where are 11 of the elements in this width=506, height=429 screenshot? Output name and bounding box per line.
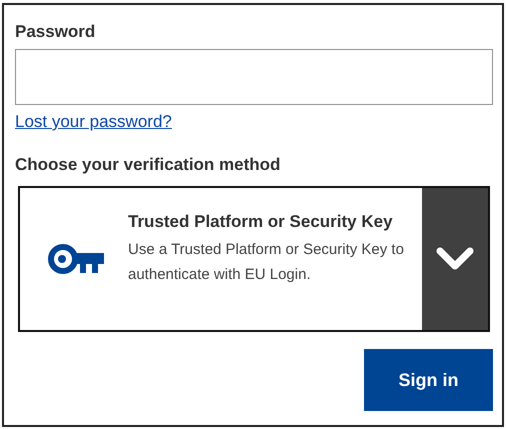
password-field[interactable]	[15, 49, 493, 105]
method-title: Trusted Platform or Security Key	[128, 211, 394, 233]
field-label: Password	[15, 21, 96, 43]
method-selector[interactable]: Trusted Platform or Security Key Use a Trusted Platform or Security Key to authenticate with EU Login.	[18, 186, 490, 332]
sign-in-button[interactable]: Sign in	[364, 349, 493, 411]
dropdown-toggle[interactable]	[422, 188, 488, 330]
lost-password-link[interactable]: Lost your password?	[15, 112, 172, 131]
method-description: Use a Trusted Platform or Security Key to authenticate with EU Login.	[128, 240, 405, 285]
section-heading: Choose your verification method	[15, 154, 282, 176]
key-icon	[47, 242, 105, 276]
chevron-down-icon	[436, 247, 474, 271]
